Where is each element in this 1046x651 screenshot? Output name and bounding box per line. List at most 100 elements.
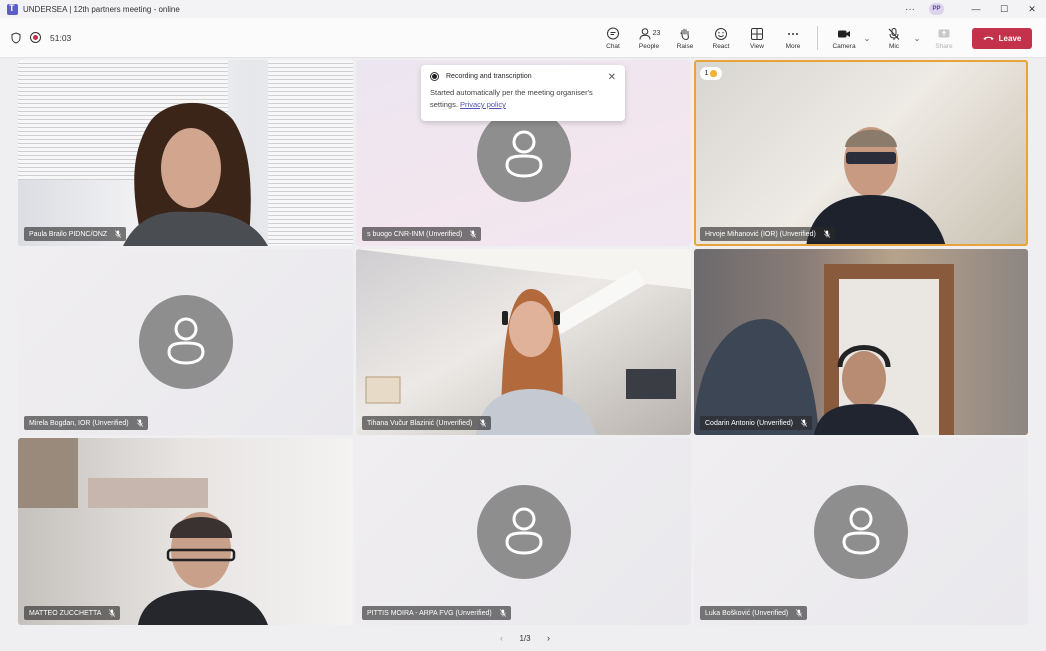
mic-button[interactable]: Mic [876, 21, 912, 55]
shield-icon[interactable] [11, 31, 21, 44]
avatar [814, 484, 908, 579]
participant-name: Hrvoje Mihanović (IOR) (Unverified) [705, 230, 816, 238]
avatar[interactable]: PP [929, 3, 944, 15]
mic-muted-icon [136, 419, 143, 427]
participant-video [694, 264, 954, 435]
camera-label: Camera [832, 42, 856, 50]
chat-icon [607, 27, 619, 39]
avatar [476, 108, 571, 202]
chat-button[interactable]: Chat [595, 21, 631, 55]
participant-name-tag: Luka Bošković (Unverified) [700, 606, 808, 620]
participant-name: Luka Bošković (Unverified) [705, 609, 789, 617]
participant-name-tag: Mirela Bogdan, IOR (Unverified) [24, 416, 148, 430]
participant-name: Paula Brailo PIDNC/ONZ [29, 230, 108, 238]
notification-header: Recording and transcription [430, 72, 616, 81]
page-indicator: 1/3 [519, 633, 531, 643]
participant-tile[interactable]: Codarin Antonio (Unverified) [694, 249, 1028, 435]
camera-button[interactable]: Camera [826, 21, 862, 55]
raised-hand-count: 1 [704, 70, 709, 77]
share-button[interactable]: Share [926, 21, 962, 55]
participant-name: MATTEO ZUCCHETTA [29, 609, 102, 617]
participant-name: PITTIS MOIRA - ARPA FVG (Unverified) [367, 609, 492, 617]
participant-video [18, 438, 268, 625]
participant-name-tag: Codarin Antonio (Unverified) [700, 416, 812, 430]
people-button[interactable]: 23 People [631, 21, 667, 55]
mic-muted-icon [823, 230, 830, 238]
participant-name-tag: Paula Brailo PIDNC/ONZ [24, 227, 127, 241]
mic-label: Mic [888, 42, 900, 50]
privacy-policy-link[interactable]: Privacy policy [460, 100, 506, 109]
grid-view-icon [751, 27, 763, 40]
meeting-toolbar: 51:03 Chat 23 People Raise React View Mo… [0, 18, 1046, 58]
share-label: Share [935, 42, 953, 50]
people-count: 23 [652, 30, 661, 37]
notification-body: Started automatically per the meeting or… [430, 87, 616, 111]
more-label: More [785, 42, 801, 50]
participant-tile[interactable]: Tihana Vučur Blazinić (Unverified) [356, 249, 691, 435]
chat-label: Chat [606, 42, 620, 50]
gallery-pager: ‹ 1/3 › [500, 632, 550, 644]
minimize-button[interactable]: — [962, 0, 990, 18]
hang-up-icon [983, 36, 994, 40]
view-label: View [750, 42, 764, 50]
mic-muted-icon [109, 609, 116, 617]
title-bar: UNDERSEA | 12th partners meeting - onlin… [0, 0, 1046, 18]
maximize-button[interactable]: ☐ [990, 0, 1018, 18]
participant-name: Mirela Bogdan, IOR (Unverified) [29, 419, 129, 427]
share-screen-icon [938, 29, 950, 37]
leave-button[interactable]: Leave [972, 27, 1032, 49]
hand-icon [680, 28, 689, 40]
next-page-icon[interactable]: › [547, 633, 550, 643]
close-icon[interactable]: ✕ [608, 72, 616, 83]
react-button[interactable]: React [703, 21, 739, 55]
participant-tile[interactable]: Mirela Bogdan, IOR (Unverified) [18, 249, 353, 435]
people-icon [639, 27, 651, 40]
mic-muted-icon [499, 609, 506, 617]
participant-tile-active-speaker[interactable]: 1 Hrvoje Mihanović (IOR) (Unverified) [694, 60, 1028, 246]
mic-options-chevron-icon[interactable]: ⌄ [912, 34, 922, 43]
raise-label: Raise [676, 42, 694, 50]
title-more-button[interactable]: ··· [899, 4, 921, 15]
person-placeholder-icon [504, 130, 543, 178]
notification-title: Recording and transcription [446, 73, 532, 80]
person-placeholder-icon [842, 507, 880, 555]
toolbar-divider [817, 26, 818, 50]
more-button[interactable]: More [775, 21, 811, 55]
mic-muted-icon [888, 27, 900, 40]
mic-muted-icon [480, 419, 487, 427]
window-title: UNDERSEA | 12th partners meeting - onlin… [23, 4, 180, 14]
close-window-button[interactable]: ✕ [1018, 0, 1046, 18]
participant-tile[interactable]: MATTEO ZUCCHETTA [18, 438, 353, 625]
participant-video [356, 249, 691, 435]
raise-hand-button[interactable]: Raise [667, 21, 703, 55]
participant-name-tag: s buogo CNR-INM (Unverified) [362, 227, 482, 241]
leave-label: Leave [998, 33, 1022, 43]
participant-tile[interactable]: Luka Bošković (Unverified) [694, 438, 1028, 625]
reaction-badge: 1 [700, 67, 722, 80]
participant-name-tag: Tihana Vučur Blazinić (Unverified) [362, 416, 492, 430]
participant-name-tag: PITTIS MOIRA - ARPA FVG (Unverified) [362, 606, 511, 620]
person-placeholder-icon [166, 317, 205, 365]
more-icon [788, 32, 798, 35]
participant-name: Codarin Antonio (Unverified) [705, 419, 793, 427]
mic-muted-icon [470, 230, 477, 238]
participant-tile[interactable]: Paula Brailo PIDNC/ONZ [18, 60, 353, 246]
recording-icon [430, 72, 439, 81]
recording-notification: Recording and transcription ✕ Started au… [421, 65, 625, 121]
notification-text: Started automatically per the meeting or… [430, 88, 593, 109]
person-placeholder-icon [504, 507, 543, 555]
participant-name-tag: Hrvoje Mihanović (IOR) (Unverified) [700, 227, 835, 241]
camera-options-chevron-icon[interactable]: ⌄ [862, 34, 872, 43]
meeting-timer: 51:03 [50, 32, 72, 43]
mic-muted-icon [800, 419, 807, 427]
react-label: React [712, 42, 730, 50]
recording-icon[interactable] [30, 32, 41, 43]
teams-logo-icon [7, 3, 18, 15]
participant-name: s buogo CNR-INM (Unverified) [367, 230, 463, 238]
people-label: People [638, 42, 660, 50]
view-button[interactable]: View [739, 21, 775, 55]
previous-page-icon[interactable]: ‹ [500, 633, 503, 643]
participant-tile[interactable]: PITTIS MOIRA - ARPA FVG (Unverified) [356, 438, 691, 625]
smiley-icon [715, 27, 727, 40]
camera-icon [838, 30, 850, 37]
